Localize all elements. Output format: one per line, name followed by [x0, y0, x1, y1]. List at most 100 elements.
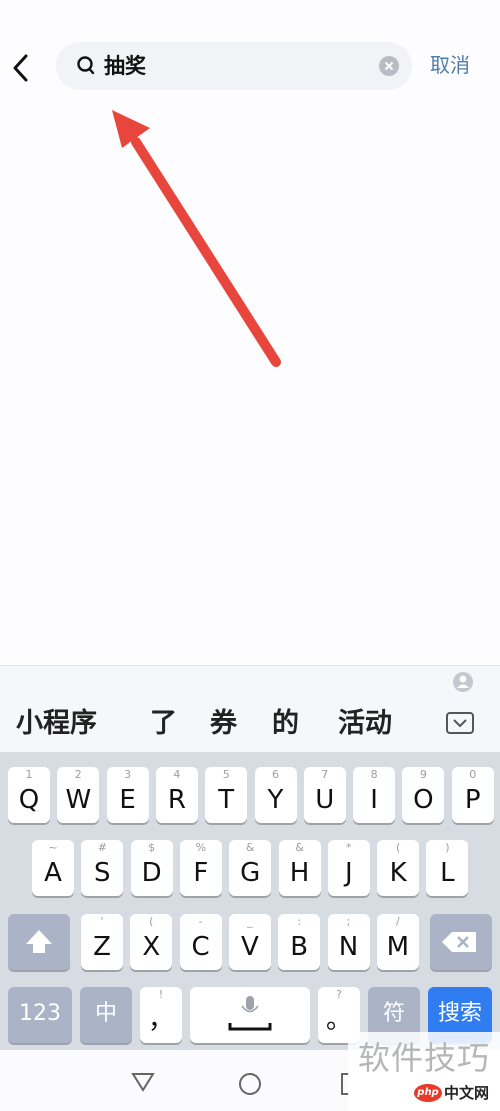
key-q[interactable]: 1Q	[8, 767, 50, 823]
key-t[interactable]: 5T	[205, 767, 248, 823]
microphone-icon	[228, 996, 272, 1031]
candidate-item[interactable]: 券	[210, 704, 237, 744]
candidate-item[interactable]: 的	[272, 704, 299, 744]
annotation-arrow-icon	[112, 110, 281, 367]
key-label: C	[191, 932, 210, 962]
key-w[interactable]: 2W	[57, 767, 100, 823]
comma-key-label: ，	[147, 1005, 174, 1035]
key-hint: ~	[48, 841, 58, 854]
key-p[interactable]: 0P	[451, 767, 494, 823]
key-hint: 7	[321, 768, 329, 781]
key-label: U	[315, 785, 335, 815]
key-b[interactable]: :B	[278, 914, 321, 970]
key-label: F	[193, 858, 209, 888]
php-site-name: 中文网	[444, 1084, 490, 1102]
key-g[interactable]: & G	[229, 840, 272, 896]
candidate-bar: 小程序 了 券 的 活动	[0, 698, 500, 752]
key-label: W	[65, 785, 92, 815]
key-label: O	[413, 785, 434, 815]
space-key[interactable]	[190, 987, 310, 1043]
candidate-item[interactable]: 了	[150, 704, 177, 744]
key-label: V	[240, 932, 259, 962]
key-label: L	[440, 858, 455, 888]
key-hint: 4	[173, 768, 181, 781]
shift-key[interactable]	[8, 914, 70, 970]
key-label: K	[389, 858, 407, 888]
key-r[interactable]: 4R	[155, 767, 198, 823]
key-hint: 8	[370, 768, 378, 781]
key-hint: *	[346, 841, 352, 854]
collapse-candidates-button[interactable]	[446, 712, 474, 734]
key-i[interactable]: 8I	[353, 767, 396, 823]
key-label: A	[44, 858, 62, 888]
key-f[interactable]: % F	[179, 840, 222, 896]
key-label: Q	[18, 785, 40, 815]
key-label: G	[240, 858, 261, 888]
key-label: D	[141, 858, 162, 888]
key-v[interactable]: _ V	[228, 914, 271, 970]
key-hint: 1	[25, 768, 33, 781]
key-j[interactable]: * J	[327, 840, 370, 896]
key-hint: #	[97, 841, 107, 854]
key-hint: 3	[124, 768, 132, 781]
key-hint: &	[245, 841, 255, 854]
key-label: T	[218, 785, 235, 815]
key-o[interactable]: 9O	[402, 767, 445, 823]
key-l[interactable]: ) L	[426, 840, 469, 896]
key-e[interactable]: 3E	[106, 767, 149, 823]
key-hint: 5	[222, 768, 230, 781]
language-key[interactable]: 中	[80, 987, 132, 1043]
key-label: J	[344, 858, 353, 888]
backspace-icon	[442, 932, 476, 952]
key-label: E	[119, 785, 136, 815]
key-hint: :	[297, 915, 302, 928]
key-hint: $	[148, 841, 156, 854]
key-hint: &	[295, 841, 304, 854]
key-u[interactable]: 7U	[303, 767, 346, 823]
key-x[interactable]: (X	[130, 914, 173, 970]
key-a[interactable]: ~ A	[32, 840, 74, 896]
key-hint: 9	[419, 768, 427, 781]
key-label: B	[290, 932, 309, 962]
key-hint: %	[195, 841, 207, 854]
chevron-down-icon	[453, 719, 467, 728]
key-hint: (	[149, 915, 154, 928]
comma-key-hint: !	[158, 988, 164, 1001]
key-y[interactable]: 6Y	[254, 767, 297, 823]
watermark-text: 软件技巧	[358, 1039, 491, 1077]
candidate-item[interactable]: 活动	[338, 704, 392, 744]
period-key-hint: ?	[336, 988, 342, 1001]
key-hint: /	[395, 915, 400, 928]
key-m[interactable]: / M	[376, 914, 419, 970]
ime-toolbar	[0, 665, 500, 698]
key-label: N	[338, 932, 359, 962]
key-hint: 6	[272, 768, 279, 781]
key-z[interactable]: ' Z	[81, 914, 123, 970]
key-c[interactable]: -C	[179, 914, 222, 970]
key-s[interactable]: # S	[81, 840, 124, 896]
key-k[interactable]: (K	[377, 840, 420, 896]
php-logo: php	[414, 1084, 442, 1102]
key-hint: 2	[74, 768, 82, 781]
back-triangle-icon[interactable]	[130, 1070, 156, 1094]
key-d[interactable]: $ D	[130, 840, 173, 896]
person-icon[interactable]	[452, 671, 474, 693]
key-label: R	[167, 785, 186, 815]
key-hint: -	[198, 915, 203, 928]
backspace-key[interactable]	[430, 914, 492, 970]
key-label: Y	[267, 785, 284, 815]
key-hint: )	[445, 841, 450, 854]
home-circle-icon[interactable]	[238, 1072, 262, 1096]
key-n[interactable]: ; N	[327, 914, 370, 970]
candidate-item[interactable]: 小程序	[16, 704, 97, 744]
key-label: I	[370, 785, 378, 815]
key-hint: ;	[346, 915, 351, 928]
key-label: H	[289, 858, 310, 888]
key-label: Z	[93, 932, 111, 962]
keyboard: 1Q2W3E4R5T6Y7U8I9O0P ~ A # S $ D% F & G & H * J(K) L …	[0, 752, 500, 1050]
key-label: X	[142, 932, 161, 962]
comma-key[interactable]: ! ，	[140, 987, 182, 1043]
numbers-key[interactable]: 123	[8, 987, 72, 1043]
key-h[interactable]: & H	[278, 840, 321, 896]
key-hint: _	[247, 915, 253, 928]
